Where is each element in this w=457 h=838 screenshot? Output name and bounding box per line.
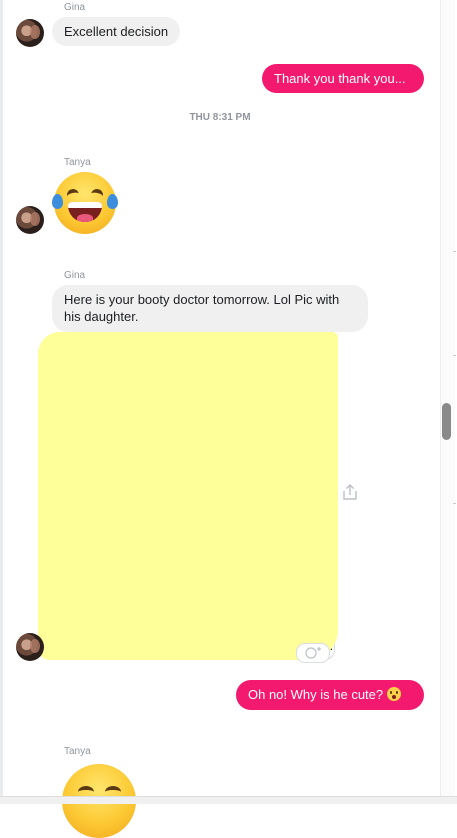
avatar[interactable] <box>16 19 44 47</box>
divider <box>453 355 456 356</box>
share-icon[interactable] <box>340 482 360 502</box>
sender-name: Gina <box>64 270 86 281</box>
tears-of-joy-emoji-icon[interactable] <box>52 172 118 234</box>
message-bubble-outgoing[interactable]: Oh no! Why is he cute? <box>236 680 424 710</box>
avatar[interactable] <box>16 633 44 661</box>
message-bubble-incoming[interactable]: Excellent decision <box>52 17 181 46</box>
scrollbar-thumb[interactable] <box>442 403 451 440</box>
scrollbar-track[interactable] <box>440 0 455 803</box>
flushed-face-emoji-icon <box>387 687 402 701</box>
divider <box>453 503 456 504</box>
message-text: Oh no! Why is he cute? <box>248 687 384 702</box>
divider <box>453 251 456 252</box>
sender-name: Gina <box>64 2 86 13</box>
add-reaction-icon[interactable] <box>296 643 330 663</box>
message-bubble-incoming[interactable]: Here is your booty doctor tomorrow. Lol … <box>52 285 368 332</box>
avatar[interactable] <box>16 206 44 234</box>
sender-name: Tanya <box>64 157 91 168</box>
message-bubble-outgoing[interactable]: Thank you thank you... <box>262 64 424 93</box>
timestamp: THU 8:31 PM <box>189 112 251 123</box>
redaction-highlight <box>38 332 338 660</box>
sender-name: Tanya <box>64 746 91 757</box>
